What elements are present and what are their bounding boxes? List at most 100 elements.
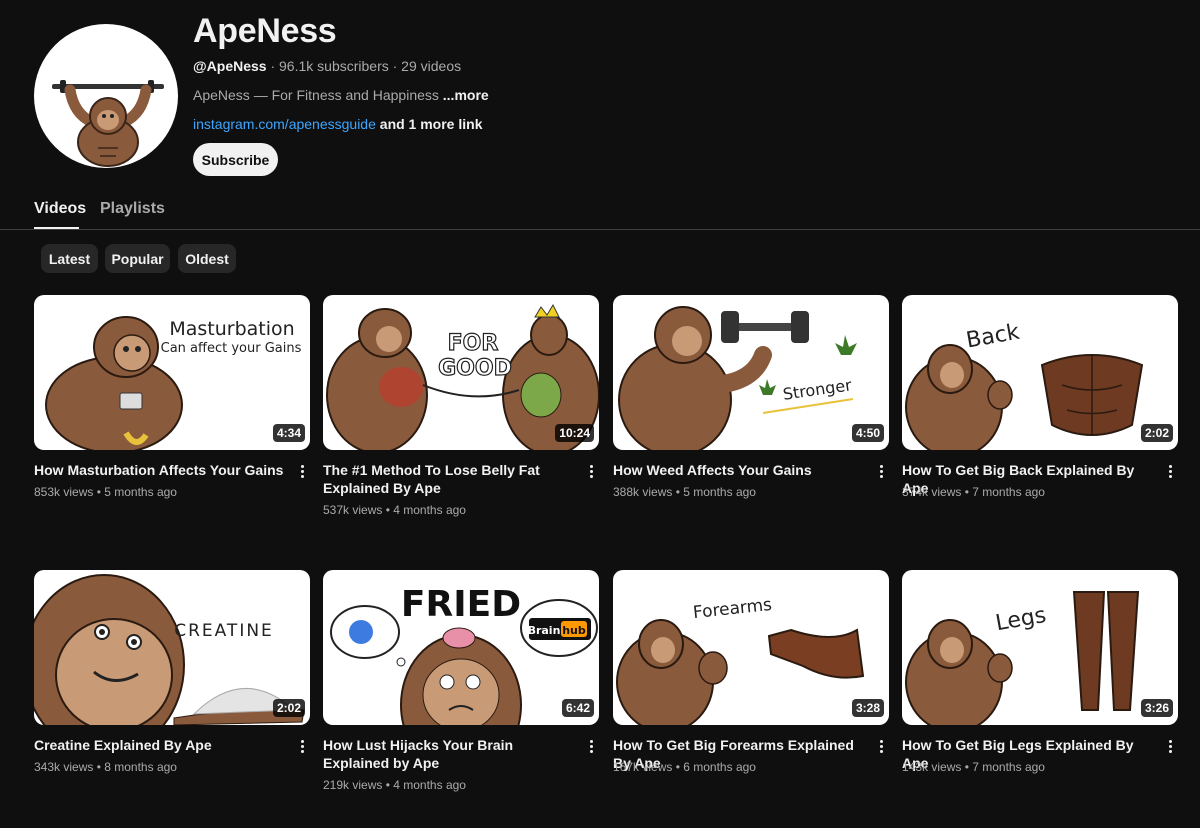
video-card: Legs 3:26 How To Get Big Legs Explained … [902, 570, 1178, 774]
chip-oldest[interactable]: Oldest [178, 244, 236, 273]
video-thumbnail[interactable]: Stronger 4:50 [613, 295, 889, 450]
ape-dumbbell-illustration: Stronger [618, 306, 857, 450]
active-tab-indicator [34, 227, 79, 229]
upload-age: 8 months ago [104, 760, 177, 774]
thumb-text: GOOD [438, 356, 512, 381]
upload-age: 5 months ago [104, 485, 177, 499]
description-more-link[interactable]: ...more [443, 87, 489, 103]
more-vert-icon[interactable] [1162, 736, 1178, 756]
video-stats: 374k views • 7 months ago [902, 485, 1045, 499]
video-stats: 219k views • 4 months ago [323, 778, 466, 792]
more-vert-icon[interactable] [873, 736, 889, 756]
video-stats: 388k views • 5 months ago [613, 485, 756, 499]
video-card: CREATINE 2:02 Creatine Explained By Ape … [34, 570, 310, 774]
duration-badge: 2:02 [1140, 424, 1173, 442]
duration-badge: 2:02 [272, 699, 305, 717]
thumb-text: FRIED [401, 584, 521, 625]
duration-badge: 6:42 [561, 699, 594, 717]
ape-lifting-bar-logo [52, 80, 164, 167]
ape-forearms-illustration: Forearms [616, 595, 865, 725]
thumb-text: Masturbation [169, 318, 294, 340]
duration-badge: 4:50 [851, 424, 884, 442]
video-stats: 343k views • 8 months ago [34, 760, 177, 774]
duration-badge: 10:24 [555, 424, 594, 442]
video-stats: 537k views • 4 months ago [323, 503, 466, 517]
thumb-text: Brain [528, 624, 561, 637]
more-vert-icon[interactable] [294, 736, 310, 756]
video-card: Forearms 3:28 How To Get Big Forearms Ex… [613, 570, 889, 774]
video-card: FOR GOOD 10:24 The #1 Method To Lose Bel… [323, 295, 599, 517]
video-thumbnail[interactable]: Legs 3:26 [902, 570, 1178, 725]
channel-avatar[interactable] [34, 24, 178, 168]
thumb-text: CREATINE [174, 621, 274, 641]
video-thumbnail[interactable]: FOR GOOD 10:24 [323, 295, 599, 450]
video-thumbnail[interactable]: Masturbation Can affect your Gains 4:34 [34, 295, 310, 450]
more-vert-icon[interactable] [873, 461, 889, 481]
ape-creatine-illustration: CREATINE [34, 574, 305, 725]
video-title[interactable]: Creatine Explained By Ape [34, 736, 284, 754]
video-title[interactable]: How Lust Hijacks Your Brain Explained by… [323, 736, 573, 772]
view-count: 343k views [34, 760, 94, 774]
channel-description: ApeNess — For Fitness and Happiness ...m… [193, 87, 489, 103]
more-links-button[interactable]: and 1 more link [376, 116, 483, 132]
thumb-text: Forearms [692, 595, 773, 623]
video-card: Stronger 4:50 How Weed Affects Your Gain… [613, 295, 889, 499]
video-thumbnail[interactable]: Back 2:02 [902, 295, 1178, 450]
thumb-text: Can affect your Gains [161, 341, 302, 356]
view-count: 167k views [613, 760, 673, 774]
view-count: 537k views [323, 503, 383, 517]
ape-sitting-illustration: Masturbation Can affect your Gains [45, 316, 302, 450]
chip-latest[interactable]: Latest [41, 244, 98, 273]
video-card: Masturbation Can affect your Gains 4:34 … [34, 295, 310, 499]
thumb-text: FOR [448, 331, 499, 356]
thumb-text: Legs [994, 603, 1048, 636]
view-count: 219k views [323, 778, 383, 792]
ape-fried-brain-illustration: Brain hub FRIED [330, 584, 598, 725]
video-title[interactable]: How Weed Affects Your Gains [613, 461, 863, 479]
channel-meta: @ApeNess · 96.1k subscribers · 29 videos [193, 58, 461, 74]
more-vert-icon[interactable] [1162, 461, 1178, 481]
channel-tabs: Videos Playlists [0, 188, 1200, 230]
view-count: 143k views [902, 760, 962, 774]
channel-links: instagram.com/apenessguide and 1 more li… [193, 116, 482, 132]
upload-age: 6 months ago [683, 760, 756, 774]
upload-age: 5 months ago [683, 485, 756, 499]
video-title[interactable]: How Masturbation Affects Your Gains [34, 461, 284, 479]
channel-name: ApeNess [193, 12, 337, 50]
instagram-link[interactable]: instagram.com/apenessguide [193, 116, 376, 132]
video-stats: 853k views • 5 months ago [34, 485, 177, 499]
chip-popular[interactable]: Popular [105, 244, 170, 273]
video-title[interactable]: The #1 Method To Lose Belly Fat Explaine… [323, 461, 573, 497]
tab-playlists[interactable]: Playlists [100, 200, 165, 218]
thumb-text: Back [964, 320, 1021, 354]
video-thumbnail[interactable]: CREATINE 2:02 [34, 570, 310, 725]
more-vert-icon[interactable] [583, 736, 599, 756]
upload-age: 4 months ago [393, 503, 466, 517]
video-card: Brain hub FRIED 6:42 How Lust Hijacks Yo… [323, 570, 599, 792]
duration-badge: 4:34 [272, 424, 305, 442]
upload-age: 7 months ago [972, 760, 1045, 774]
description-text: ApeNess — For Fitness and Happiness [193, 87, 443, 103]
upload-age: 4 months ago [393, 778, 466, 792]
upload-age: 7 months ago [972, 485, 1045, 499]
thumb-text: Stronger [782, 375, 854, 403]
video-stats: 143k views • 7 months ago [902, 760, 1045, 774]
more-vert-icon[interactable] [294, 461, 310, 481]
channel-stats: · 96.1k subscribers · 29 videos [266, 58, 462, 74]
ape-back-muscles-illustration: Back [905, 320, 1144, 450]
view-count: 374k views [902, 485, 962, 499]
video-card: Back 2:02 How To Get Big Back Explained … [902, 295, 1178, 499]
subscribe-button[interactable]: Subscribe [193, 143, 278, 176]
video-thumbnail[interactable]: Forearms 3:28 [613, 570, 889, 725]
view-count: 388k views [613, 485, 673, 499]
more-vert-icon[interactable] [583, 461, 599, 481]
ape-legs-illustration: Legs [905, 591, 1140, 725]
channel-handle: @ApeNess [193, 58, 267, 74]
thumb-text: hub [562, 624, 586, 637]
duration-badge: 3:28 [851, 699, 884, 717]
tab-videos[interactable]: Videos [34, 200, 86, 218]
video-stats: 167k views • 6 months ago [613, 760, 756, 774]
duration-badge: 3:26 [1140, 699, 1173, 717]
view-count: 853k views [34, 485, 94, 499]
video-thumbnail[interactable]: Brain hub FRIED 6:42 [323, 570, 599, 725]
